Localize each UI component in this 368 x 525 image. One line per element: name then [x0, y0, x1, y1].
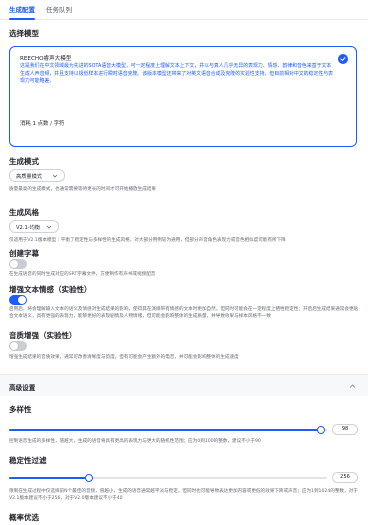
audio-enhance-title: 音质增强（实验性） [9, 331, 77, 340]
text-emotion-title: 增强文本情感（实验性） [9, 285, 92, 294]
diversity-value-input[interactable]: 98 [332, 424, 358, 435]
generation-mode-description: 质量最高的生成模式，也通常需要等待更长的时间才可开始播放生成结果 [9, 187, 157, 192]
audio-enhance-description: 增强生成结果的音质效果，通常可改善清晰度与韵度，但有可能会产生额外的电音，并可能… [9, 355, 239, 360]
tab-task-queue[interactable]: 任务队列 [46, 4, 72, 14]
chevron-down-icon [46, 225, 52, 229]
diversity-slider-thumb[interactable] [316, 426, 325, 434]
audio-enhance-toggle[interactable] [9, 341, 27, 351]
stability-slider[interactable] [9, 474, 327, 482]
stability-value-input[interactable]: 256 [332, 472, 358, 483]
diversity-slider[interactable] [9, 426, 327, 434]
toggle-knob [10, 260, 18, 268]
advanced-settings-header[interactable]: 高级设置 [0, 374, 368, 396]
stability-slider-thumb[interactable] [84, 474, 93, 482]
text-emotion-toggle[interactable] [9, 295, 27, 305]
chevron-up-icon [349, 384, 356, 388]
text-emotion-description: 启用后，将会理解输入文本的语义及情感对生成结果的影响，使得其在演绎带有情感的文本… [9, 307, 359, 320]
stability-description: 限制在生成过程中仅选择前N个最佳的音频，值越小，生成的语音通常越平淡与稳定，但同… [9, 489, 358, 502]
advanced-settings-title: 高级设置 [9, 384, 36, 392]
tab-bar: 生成配置 任务队列 [0, 0, 368, 20]
subtitle-description: 在生成语音的同时生成对应的SRT字幕文件，方便制作有声书或视频配音 [9, 272, 156, 277]
toggle-knob [10, 342, 18, 350]
subtitle-toggle[interactable] [9, 259, 27, 269]
tab-generation-config[interactable]: 生成配置 [9, 4, 35, 14]
generation-style-value: V2.1-均衡 [16, 225, 41, 231]
generation-style-description: 仅适用于V2.1版本模型｜平衡了稳定性与多样性的生成风格，对大部分用例较为通用，… [9, 238, 286, 243]
generation-mode-dropdown[interactable]: 高质量模式 [9, 169, 65, 182]
generation-mode-title: 生成模式 [9, 157, 39, 166]
model-card-cost: 消耗 1 点数 / 字符 [20, 121, 65, 127]
diversity-slider-fill [9, 429, 321, 431]
model-card-name: REECHO睿声大模型 [20, 56, 72, 62]
diversity-description: 控制语音生成的多样性，值越大，生成的语音将具有更高的表现力与更大的随机性范围；应… [9, 439, 261, 444]
stability-title: 稳定性过滤 [9, 456, 47, 465]
check-circle-icon [338, 54, 348, 64]
diversity-title: 多样性 [9, 405, 32, 414]
generation-style-title: 生成风格 [9, 208, 39, 217]
model-card-description: 这是我们在中文领域最为先进的SOTA语音大模型，可一定程度上理解文本上下文，并以… [20, 63, 334, 85]
generation-style-dropdown[interactable]: V2.1-均衡 [9, 220, 59, 233]
stability-slider-fill [9, 477, 89, 479]
toggle-knob [18, 296, 26, 304]
subtitle-title: 创建字幕 [9, 249, 39, 258]
model-section-title: 选择模型 [9, 29, 39, 38]
chevron-down-icon [52, 174, 58, 178]
sampling-title: 概率优选 [9, 513, 39, 522]
active-tab-indicator [9, 18, 35, 20]
generation-config-panel: 生成配置 任务队列 选择模型 REECHO睿声大模型 这是我们在中文领域最为先进… [0, 0, 368, 525]
generation-mode-value: 高质量模式 [16, 174, 42, 180]
model-card-reecho[interactable]: REECHO睿声大模型 这是我们在中文领域最为先进的SOTA语音大模型，可一定程… [9, 46, 357, 147]
